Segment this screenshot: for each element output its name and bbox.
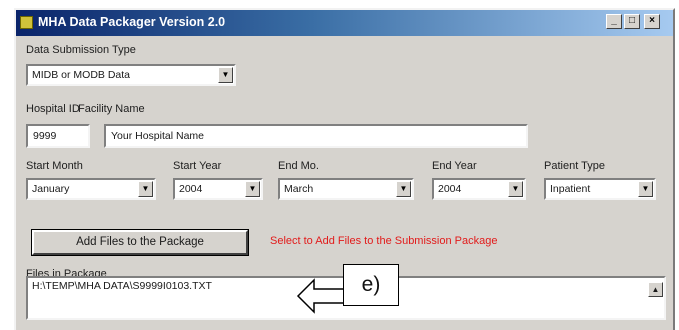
start-month-value: January <box>32 183 70 195</box>
submission-type-select[interactable]: MIDB or MODB Data ▼ <box>26 64 236 86</box>
window-title: MHA Data Packager Version 2.0 <box>38 15 226 29</box>
minimize-button[interactable]: _ <box>606 14 622 29</box>
title-bar[interactable]: MHA Data Packager Version 2.0 _ □ × <box>16 10 673 36</box>
patient-type-select[interactable]: Inpatient ▼ <box>544 178 656 200</box>
scroll-up-icon[interactable]: ▲ <box>648 282 663 297</box>
chevron-down-icon[interactable]: ▼ <box>138 181 153 197</box>
hospital-id-value: 9999 <box>33 130 57 142</box>
end-month-value: March <box>284 183 314 195</box>
callout-arrow-icon <box>296 278 345 314</box>
close-button[interactable]: × <box>644 14 660 29</box>
chevron-down-icon[interactable]: ▼ <box>218 67 233 83</box>
start-year-select[interactable]: 2004 ▼ <box>173 178 263 200</box>
end-year-value: 2004 <box>438 183 462 195</box>
hospital-id-field[interactable]: 9999 <box>26 124 90 148</box>
facility-name-value: Your Hospital Name <box>111 130 204 142</box>
end-year-select[interactable]: 2004 ▼ <box>432 178 526 200</box>
list-item[interactable]: H:\TEMP\MHA DATA\S9999I0103.TXT <box>32 280 212 292</box>
patient-type-value: Inpatient <box>550 183 591 195</box>
chevron-down-icon[interactable]: ▼ <box>396 181 411 197</box>
maximize-button[interactable]: □ <box>624 14 640 29</box>
end-year-label: End Year <box>432 160 477 172</box>
facility-name-field[interactable]: Your Hospital Name <box>104 124 528 148</box>
hospital-id-label: Hospital ID <box>26 103 80 115</box>
callout-label: e) <box>343 264 399 306</box>
app-icon <box>20 16 33 29</box>
patient-type-label: Patient Type <box>544 160 605 172</box>
chevron-down-icon[interactable]: ▼ <box>508 181 523 197</box>
start-month-select[interactable]: January ▼ <box>26 178 156 200</box>
facility-name-label: Facility Name <box>78 103 145 115</box>
end-month-label: End Mo. <box>278 160 319 172</box>
add-files-hint: Select to Add Files to the Submission Pa… <box>270 235 498 247</box>
chevron-down-icon[interactable]: ▼ <box>245 181 260 197</box>
submission-type-value: MIDB or MODB Data <box>32 69 131 81</box>
start-month-label: Start Month <box>26 160 83 172</box>
add-files-button[interactable]: Add Files to the Package <box>31 229 249 256</box>
end-month-select[interactable]: March ▼ <box>278 178 414 200</box>
start-year-label: Start Year <box>173 160 222 172</box>
chevron-down-icon[interactable]: ▼ <box>638 181 653 197</box>
start-year-value: 2004 <box>179 183 203 195</box>
submission-type-label: Data Submission Type <box>26 44 136 56</box>
